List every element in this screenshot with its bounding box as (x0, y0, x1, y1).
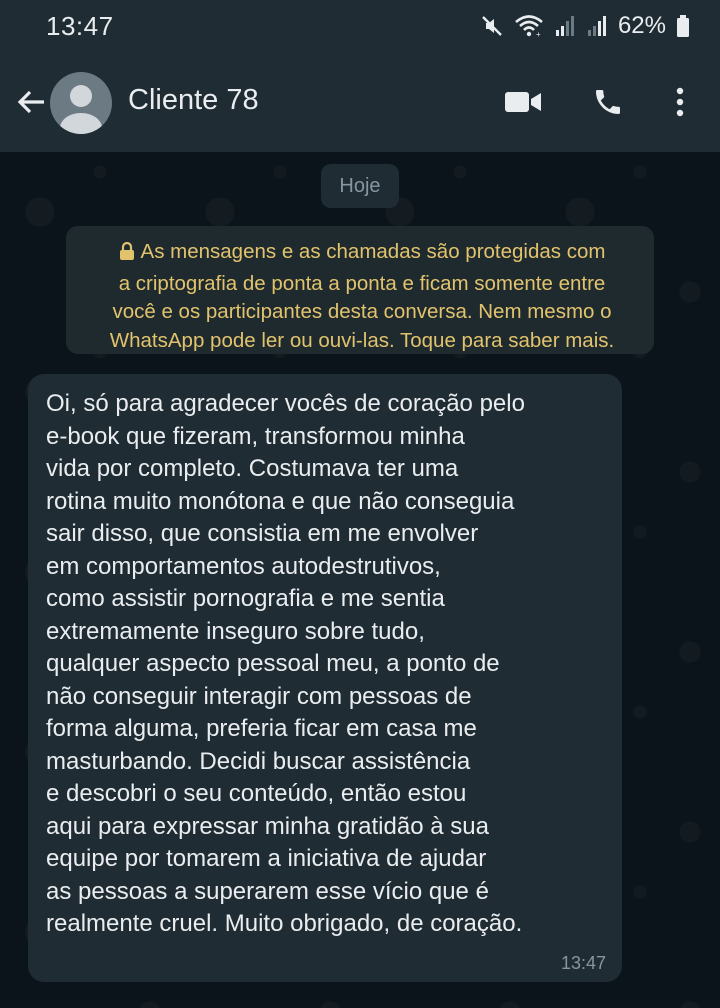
video-call-icon[interactable] (503, 82, 543, 122)
notice-line: WhatsApp pode ler ou ouvi-las. Toque par… (109, 328, 615, 352)
message-text: Oi, só para agradecer vocês de coração p… (46, 388, 600, 941)
battery-icon (676, 14, 690, 38)
message-line: extremamente inseguro sobre tudo, (46, 617, 425, 645)
back-arrow-icon[interactable] (12, 82, 52, 122)
contact-name[interactable]: Cliente 78 (128, 84, 259, 117)
message-line: realmente cruel. Muito obrigado, de cora… (46, 910, 523, 937)
notice-line: a criptografia de ponta a ponta e ficam … (118, 271, 606, 295)
status-icons: + 62% (480, 12, 690, 40)
wifi-icon: + (514, 14, 544, 38)
message-line: em comportamentos autodestrutivos, (46, 552, 441, 580)
message-line: não conseguir interagir com pessoas de (46, 682, 472, 710)
status-time: 13:47 (46, 10, 114, 41)
lock-icon (119, 241, 135, 270)
message-line: equipe por tomarem a iniciativa de ajuda… (46, 845, 487, 872)
message-line: sair disso, que consistia em me envolver (46, 520, 479, 547)
notice-line: As mensagens e as chamadas são protegida… (84, 238, 640, 270)
message-line: vida por completo. Costumava ter uma (46, 455, 459, 482)
message-line: masturbando. Decidi buscar assistência (46, 747, 471, 775)
phone-icon[interactable] (588, 82, 628, 122)
message-line: e-book que fizeram, transformou minha (46, 422, 465, 450)
notice-line: você e os participantes desta conversa. … (112, 300, 612, 323)
message-line: aqui para expressar minha gratidão à sua (46, 812, 489, 840)
chat-header: Cliente 78 (0, 52, 720, 152)
mute-icon (480, 14, 504, 38)
battery-percentage: 62% (617, 12, 666, 39)
message-line: as pessoas a superarem esse vício que é (46, 877, 489, 905)
message-line: forma alguma, preferia ficar em casa me (46, 715, 477, 742)
signal-icon (586, 14, 608, 38)
message-timestamp: 13:47 (560, 953, 606, 973)
encryption-notice[interactable]: As mensagens e as chamadas são protegida… (66, 226, 654, 354)
message-line: qualquer aspecto pessoal meu, a ponto de (46, 650, 500, 677)
more-vert-icon[interactable] (660, 82, 700, 122)
svg-text:+: + (536, 30, 541, 38)
message-bubble[interactable]: Oi, só para agradecer vocês de coração p… (28, 374, 622, 982)
message-line: rotina muito monótona e que não consegui… (46, 487, 515, 515)
status-bar: 13:47 + 62% (0, 0, 720, 52)
signal-icon (554, 14, 576, 38)
date-chip: Hoje (321, 164, 399, 208)
message-line: Oi, só para agradecer vocês de coração p… (46, 390, 525, 417)
message-line: como assistir pornografia e me sentia (46, 585, 445, 612)
message-line: e descobri o seu conteúdo, então estou (46, 780, 467, 807)
avatar[interactable] (50, 72, 112, 134)
